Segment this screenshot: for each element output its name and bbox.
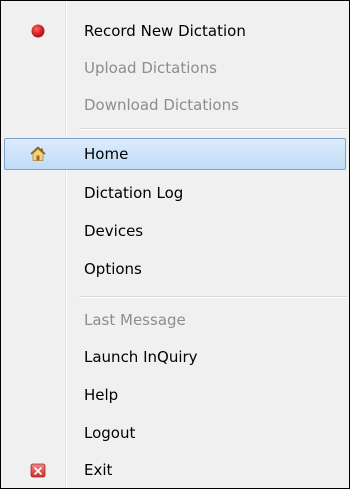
menu-item-dictation-log[interactable]: Dictation Log [4, 177, 346, 209]
menu-item-exit[interactable]: Exit [4, 454, 346, 486]
menu-item-devices[interactable]: Devices [4, 215, 346, 247]
menu-item-label: Help [84, 386, 119, 404]
menu-item-help[interactable]: Help [4, 379, 346, 411]
menu-item-label: Options [84, 260, 142, 278]
menu-item-download-dictations[interactable]: Download Dictations [4, 89, 346, 121]
menu-item-launch-inquiry[interactable]: Launch InQuiry [4, 341, 346, 373]
context-menu: Record New Dictation Upload Dictations D… [0, 0, 350, 489]
menu-item-last-message[interactable]: Last Message [4, 304, 346, 336]
menu-item-label: Devices [84, 222, 144, 240]
menu-item-upload-dictations[interactable]: Upload Dictations [4, 52, 346, 84]
menu-separator [79, 296, 347, 298]
home-icon [30, 146, 46, 161]
menu-item-label: Home [84, 145, 129, 163]
menu-item-options[interactable]: Options [4, 253, 346, 285]
menu-item-record-new-dictation[interactable]: Record New Dictation [4, 15, 346, 47]
menu-item-label: Exit [84, 461, 113, 479]
menu-item-home[interactable]: Home [4, 138, 346, 170]
menu-item-label: Upload Dictations [84, 59, 217, 77]
menu-item-label: Download Dictations [84, 96, 239, 114]
menu-item-label: Last Message [84, 311, 186, 329]
exit-icon [30, 463, 46, 478]
menu-item-label: Logout [84, 424, 136, 442]
menu-item-label: Launch InQuiry [84, 348, 198, 366]
menu-item-label: Record New Dictation [84, 22, 246, 40]
menu-item-logout[interactable]: Logout [4, 417, 346, 449]
menu-item-label: Dictation Log [84, 184, 184, 202]
menu-separator [79, 128, 347, 130]
record-icon [31, 24, 45, 38]
